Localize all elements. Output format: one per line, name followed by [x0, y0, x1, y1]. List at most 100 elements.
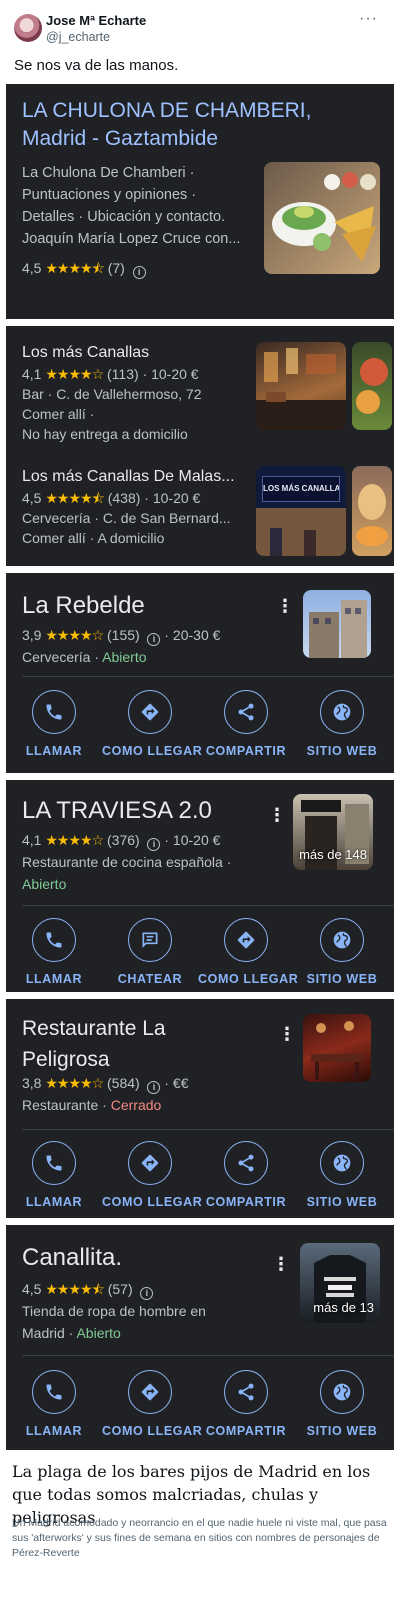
action-label: CHATEAR	[117, 972, 183, 986]
website-button[interactable]: SITIO WEB	[294, 1370, 390, 1438]
star-rating-icon: ★★★★⯪	[45, 260, 104, 276]
place-name[interactable]: La Rebelde	[22, 591, 145, 621]
result-title-line2[interactable]: Madrid - Gaztambide	[22, 124, 218, 154]
website-button[interactable]: SITIO WEB	[294, 1141, 390, 1209]
action-label: SITIO WEB	[306, 972, 378, 986]
place-entry[interactable]: Los más Canallas De Malas... 4,5 ★★★★⯪ (…	[22, 466, 254, 548]
author-name[interactable]: Jose Mª Echarte	[46, 13, 146, 28]
info-icon[interactable]: i	[147, 1081, 161, 1094]
place-photo[interactable]	[303, 590, 371, 658]
share-button[interactable]: COMPARTIR	[198, 1370, 294, 1438]
place-card[interactable]: Canallita. ⋮ 4,5 ★★★★⯪ (57) i Tienda de …	[6, 1225, 394, 1450]
review-count: (7)	[107, 260, 125, 276]
food-image	[356, 358, 388, 414]
place-photo[interactable]: más de 13	[300, 1243, 380, 1323]
place-category: Tienda de ropa de hombre en	[22, 1303, 206, 1319]
place-photo[interactable]	[352, 342, 392, 430]
globe-icon	[333, 1383, 351, 1401]
result-title-line1[interactable]: LA CHULONA DE CHAMBERI,	[22, 96, 311, 126]
place-card[interactable]: La Rebelde ⋮ 3,9 ★★★★☆ (155) i · 20-30 €…	[6, 573, 394, 773]
review-count: (57)	[107, 1281, 133, 1297]
directions-icon	[141, 1154, 159, 1172]
more-options-icon[interactable]: ···	[359, 10, 378, 28]
author-handle[interactable]: @j_echarte	[46, 30, 110, 44]
action-label: LLAMAR	[25, 1424, 83, 1438]
avatar[interactable]	[14, 14, 42, 42]
directions-button[interactable]: COMO LLEGAR	[198, 918, 298, 986]
description-line: Detalles · Ubicación y contacto.	[22, 209, 226, 225]
place-photo[interactable]	[303, 1014, 371, 1082]
call-button[interactable]: LLAMAR	[6, 1370, 102, 1438]
open-status: Abierto	[76, 1325, 121, 1341]
directions-button[interactable]: COMO LLEGAR	[102, 1141, 202, 1209]
action-label: COMPARTIR	[205, 744, 287, 758]
more-options-icon[interactable]: ⋮	[272, 1255, 290, 1273]
closed-status: Cerrado	[110, 1097, 162, 1113]
open-status: Abierto	[102, 649, 147, 665]
place-name[interactable]: Los más Canallas	[22, 342, 254, 364]
website-button[interactable]: SITIO WEB	[294, 918, 390, 986]
photo-count: más de 13	[313, 1300, 374, 1315]
photo-count: más de 148	[299, 847, 367, 862]
place-name[interactable]: Los más Canallas De Malas...	[22, 466, 254, 488]
phone-icon	[46, 704, 62, 720]
place-location-row: Madrid · Abierto	[22, 1323, 121, 1343]
action-label: COMO LLEGAR	[102, 744, 203, 758]
rating-value: 3,8	[22, 1075, 42, 1091]
description-line: Joaquín María Lopez Cruce con...	[22, 231, 241, 247]
place-name[interactable]: Restaurante La Peligrosa	[22, 1013, 166, 1075]
search-result-card[interactable]: LA CHULONA DE CHAMBERI, Madrid - Gaztamb…	[6, 84, 394, 319]
place-card[interactable]: LA TRAVIESA 2.0 ⋮ 4,1 ★★★★☆ (376) i · 10…	[6, 780, 394, 992]
action-label: COMPARTIR	[205, 1424, 287, 1438]
info-icon[interactable]: i	[132, 266, 146, 279]
action-bar: LLAMAR COMO LLEGAR COMPARTIR SITIO WEB	[6, 1370, 394, 1450]
price-range: · 20-30 €	[164, 627, 221, 643]
description-line: Puntuaciones y opiniones ·	[22, 187, 197, 203]
price-range: · 10-20 €	[164, 832, 221, 848]
share-button[interactable]: COMPARTIR	[198, 1141, 294, 1209]
place-name[interactable]: Canallita.	[22, 1243, 122, 1273]
chat-icon	[142, 932, 158, 948]
divider	[22, 676, 394, 677]
action-label: LLAMAR	[25, 972, 83, 986]
chat-button[interactable]: CHATEAR	[102, 918, 198, 986]
place-photo[interactable]: LOS MÁS CANALLAS	[256, 466, 346, 556]
rating-row: 3,9 ★★★★☆ (155) i · 20-30 €	[22, 625, 220, 646]
rating-value: 4,1	[22, 366, 42, 382]
result-thumbnail[interactable]	[264, 162, 380, 274]
info-icon[interactable]: i	[140, 1287, 154, 1300]
action-label: LLAMAR	[25, 744, 83, 758]
action-label: COMO LLEGAR	[102, 1424, 203, 1438]
call-button[interactable]: LLAMAR	[6, 918, 102, 986]
star-rating-icon: ★★★★☆	[45, 1075, 104, 1091]
info-icon[interactable]: i	[147, 838, 161, 851]
place-card[interactable]: Restaurante La Peligrosa ⋮ 3,8 ★★★★☆ (58…	[6, 999, 394, 1218]
place-entry[interactable]: Los más Canallas 4,1 ★★★★☆ (113) · 10-20…	[22, 342, 254, 444]
action-bar: LLAMAR COMO LLEGAR COMPARTIR SITIO WEB	[6, 1141, 394, 1218]
more-options-icon[interactable]: ⋮	[278, 1025, 296, 1043]
delivery-info: No hay entrega a domicilio	[22, 426, 188, 442]
call-button[interactable]: LLAMAR	[6, 1141, 102, 1209]
place-name[interactable]: LA TRAVIESA 2.0	[22, 796, 212, 826]
directions-button[interactable]: COMO LLEGAR	[102, 690, 203, 758]
place-address: Bar · C. de Vallehermoso, 72	[22, 386, 202, 402]
place-photo[interactable]	[256, 342, 346, 430]
rating-row: 3,8 ★★★★☆ (584) i · €€	[22, 1073, 189, 1094]
phone-icon	[46, 1384, 62, 1400]
star-rating-icon: ★★★★⯪	[45, 1281, 104, 1297]
result-description: La Chulona De Chamberi · Puntuaciones y …	[22, 162, 257, 250]
description-line: La Chulona De Chamberi ·	[22, 165, 195, 181]
place-photo[interactable]: más de 148	[293, 794, 373, 870]
more-options-icon[interactable]: ⋮	[268, 806, 286, 824]
info-icon[interactable]: i	[147, 633, 161, 646]
place-photo[interactable]	[352, 466, 392, 556]
share-button[interactable]: COMPARTIR	[198, 690, 294, 758]
star-rating-icon: ★★★★☆	[45, 366, 104, 382]
call-button[interactable]: LLAMAR	[6, 690, 102, 758]
directions-button[interactable]: COMO LLEGAR	[102, 1370, 203, 1438]
action-bar: LLAMAR COMO LLEGAR COMPARTIR SITIO WEB	[6, 690, 394, 773]
website-button[interactable]: SITIO WEB	[294, 690, 390, 758]
more-options-icon[interactable]: ⋮	[276, 597, 294, 615]
tweet-text: Se nos va de las manos.	[14, 57, 179, 74]
place-category: Restaurante de cocina española ·	[22, 854, 232, 870]
